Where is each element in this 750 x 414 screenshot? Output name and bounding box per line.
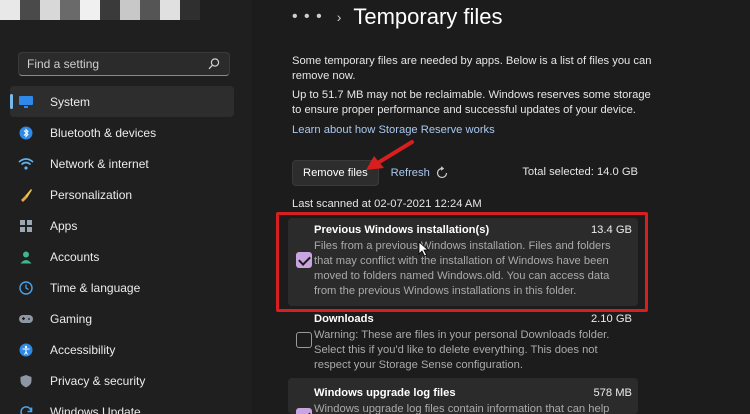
sidebar-item-bluetooth[interactable]: Bluetooth & devices: [10, 117, 234, 148]
refresh-link[interactable]: Refresh: [391, 166, 449, 180]
file-description: Windows upgrade log files contain inform…: [314, 403, 610, 414]
sidebar-item-accessibility[interactable]: Accessibility: [10, 334, 234, 365]
sidebar-item-label: Accessibility: [50, 342, 116, 357]
sidebar-nav: System Bluetooth & devices Network & int…: [10, 86, 234, 414]
main-content: • • • › Temporary files Some temporary f…: [252, 0, 750, 414]
sidebar-item-label: Privacy & security: [50, 373, 146, 388]
sidebar-item-accounts[interactable]: Accounts: [10, 241, 234, 272]
sidebar-item-network[interactable]: Network & internet: [10, 148, 234, 179]
search-box[interactable]: [18, 52, 230, 76]
chevron-right-icon: ›: [336, 9, 342, 25]
sidebar-item-label: Bluetooth & devices: [50, 125, 157, 140]
remove-files-button[interactable]: Remove files: [292, 160, 379, 186]
sidebar-item-time-language[interactable]: Time & language: [10, 272, 234, 303]
total-selected: Total selected: 14.0 GB: [522, 166, 638, 178]
file-description: Warning: These are files in your persona…: [314, 329, 610, 371]
refresh-icon: [436, 166, 447, 179]
breadcrumb-more-button[interactable]: • • •: [292, 5, 323, 29]
storage-reserve-link[interactable]: Learn about how Storage Reserve works: [292, 124, 495, 136]
sidebar: System Bluetooth & devices Network & int…: [0, 0, 252, 414]
sidebar-item-apps[interactable]: Apps: [10, 210, 234, 241]
file-name: Windows upgrade log files: [314, 387, 456, 399]
avatar[interactable]: [0, 0, 214, 38]
sidebar-item-gaming[interactable]: Gaming: [10, 303, 234, 334]
search-input[interactable]: [27, 57, 207, 71]
sidebar-item-label: Apps: [50, 218, 78, 233]
page-title: Temporary files: [353, 4, 503, 29]
sidebar-item-label: System: [50, 94, 91, 109]
sidebar-item-label: Time & language: [50, 280, 141, 295]
file-description: Files from a previous Windows installati…: [314, 240, 611, 297]
file-item-downloads[interactable]: Downloads 2.10 GB Warning: These are fil…: [288, 310, 638, 376]
file-item-upgrade-logs[interactable]: Windows upgrade log files 578 MB Windows…: [288, 378, 638, 414]
sidebar-item-personalization[interactable]: Personalization: [10, 179, 234, 210]
globe-clock-icon: [18, 280, 34, 296]
reserve-note: Up to 51.7 MB may not be reclaimable. Wi…: [292, 89, 651, 116]
sidebar-item-privacy[interactable]: Privacy & security: [10, 365, 234, 396]
checkbox-upgrade-logs[interactable]: [296, 408, 312, 414]
file-name: Downloads: [314, 313, 374, 325]
search-icon[interactable]: [207, 57, 221, 71]
sidebar-item-label: Windows Update: [50, 404, 141, 414]
sidebar-item-label: Personalization: [50, 187, 133, 202]
file-size: 578 MB: [593, 387, 632, 399]
checkbox-downloads[interactable]: [296, 332, 312, 348]
last-scanned: Last scanned at 02-07-2021 12:24 AM: [292, 198, 482, 210]
sidebar-item-system[interactable]: System: [10, 86, 234, 117]
monitor-icon: [18, 94, 34, 110]
file-item-previous-windows[interactable]: Previous Windows installation(s) 13.4 GB…: [288, 218, 638, 306]
checkbox-previous-windows[interactable]: [296, 252, 312, 268]
person-icon: [18, 249, 34, 265]
sidebar-item-windows-update[interactable]: Windows Update: [10, 396, 234, 414]
shield-icon: [18, 373, 34, 389]
accessibility-icon: [18, 342, 34, 358]
intro-text: Some temporary files are needed by apps.…: [292, 55, 652, 82]
bluetooth-icon: [18, 125, 34, 141]
update-icon: [18, 404, 34, 414]
file-size: 2.10 GB: [590, 313, 632, 325]
apps-icon: [18, 218, 34, 234]
gamepad-icon: [18, 311, 34, 327]
sidebar-item-label: Gaming: [50, 311, 93, 326]
file-name: Previous Windows installation(s): [314, 224, 490, 236]
sidebar-item-label: Accounts: [50, 249, 100, 264]
wifi-icon: [18, 156, 34, 172]
file-size: 13.4 GB: [590, 224, 632, 236]
refresh-label: Refresh: [390, 167, 430, 179]
sidebar-item-label: Network & internet: [50, 156, 149, 171]
breadcrumb: • • • › Temporary files: [292, 4, 503, 30]
brush-icon: [18, 187, 34, 203]
